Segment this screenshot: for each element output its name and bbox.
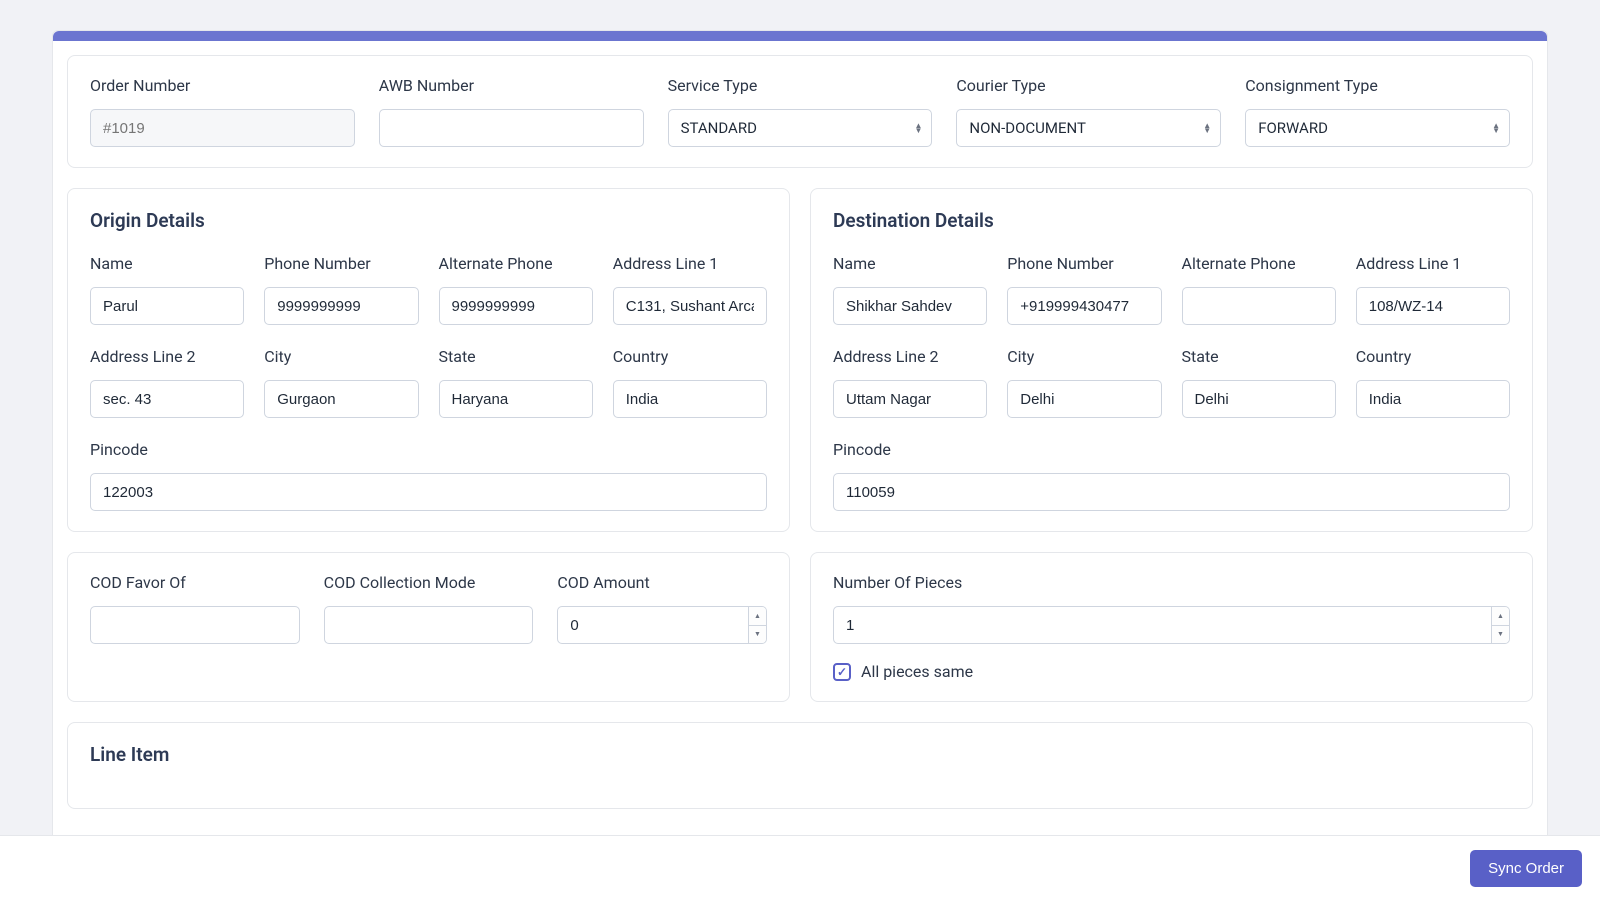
consignment-type-label: Consignment Type — [1245, 76, 1510, 95]
origin-addr1-input[interactable] — [613, 287, 767, 325]
origin-altphone-label: Alternate Phone — [439, 254, 593, 273]
cod-card: COD Favor Of COD Collection Mode COD Amo… — [67, 552, 790, 702]
courier-type-label: Courier Type — [956, 76, 1221, 95]
origin-title: Origin Details — [90, 209, 767, 232]
dest-phone-label: Phone Number — [1007, 254, 1161, 273]
all-pieces-same-checkbox[interactable]: ✓ — [833, 663, 851, 681]
consignment-type-select[interactable]: FORWARD — [1245, 109, 1510, 147]
sync-order-button[interactable]: Sync Order — [1470, 850, 1582, 887]
courier-type-select[interactable]: NON-DOCUMENT — [956, 109, 1221, 147]
origin-state-label: State — [439, 347, 593, 366]
dest-country-label: Country — [1356, 347, 1510, 366]
dest-country-input[interactable] — [1356, 380, 1510, 418]
pieces-input[interactable] — [833, 606, 1510, 644]
origin-name-input[interactable] — [90, 287, 244, 325]
dest-pincode-label: Pincode — [833, 440, 1510, 459]
pieces-card: Number Of Pieces ▲ ▼ ✓ All pieces same — [810, 552, 1533, 702]
dest-altphone-input[interactable] — [1182, 287, 1336, 325]
dest-pincode-input[interactable] — [833, 473, 1510, 511]
origin-pincode-input[interactable] — [90, 473, 767, 511]
dest-name-label: Name — [833, 254, 987, 273]
dest-addr1-input[interactable] — [1356, 287, 1510, 325]
line-item-card: Line Item — [67, 722, 1533, 809]
origin-city-label: City — [264, 347, 418, 366]
service-type-label: Service Type — [668, 76, 933, 95]
pieces-label: Number Of Pieces — [833, 573, 1510, 592]
origin-addr2-label: Address Line 2 — [90, 347, 244, 366]
line-item-title: Line Item — [90, 743, 1510, 766]
cod-mode-label: COD Collection Mode — [324, 573, 534, 592]
origin-phone-input[interactable] — [264, 287, 418, 325]
origin-addr1-label: Address Line 1 — [613, 254, 767, 273]
order-number-input — [90, 109, 355, 147]
origin-pincode-label: Pincode — [90, 440, 767, 459]
destination-title: Destination Details — [833, 209, 1510, 232]
dest-addr1-label: Address Line 1 — [1356, 254, 1510, 273]
dest-phone-input[interactable] — [1007, 287, 1161, 325]
origin-name-label: Name — [90, 254, 244, 273]
origin-altphone-input[interactable] — [439, 287, 593, 325]
origin-phone-label: Phone Number — [264, 254, 418, 273]
origin-country-label: Country — [613, 347, 767, 366]
dest-altphone-label: Alternate Phone — [1182, 254, 1336, 273]
awb-number-label: AWB Number — [379, 76, 644, 95]
destination-details-card: Destination Details Name Phone Number Al… — [810, 188, 1533, 532]
cod-favor-label: COD Favor Of — [90, 573, 300, 592]
origin-details-card: Origin Details Name Phone Number Alterna… — [67, 188, 790, 532]
cod-mode-input[interactable] — [324, 606, 534, 644]
accent-bar — [53, 31, 1547, 41]
origin-addr2-input[interactable] — [90, 380, 244, 418]
dest-name-input[interactable] — [833, 287, 987, 325]
stepper-up-icon[interactable]: ▲ — [749, 607, 766, 626]
form-container: Order Number AWB Number Service Type STA… — [52, 30, 1548, 900]
stepper-up-icon[interactable]: ▲ — [1492, 607, 1509, 626]
all-pieces-same-label: All pieces same — [861, 662, 973, 681]
stepper-down-icon[interactable]: ▼ — [749, 626, 766, 644]
origin-country-input[interactable] — [613, 380, 767, 418]
origin-city-input[interactable] — [264, 380, 418, 418]
dest-addr2-label: Address Line 2 — [833, 347, 987, 366]
dest-state-input[interactable] — [1182, 380, 1336, 418]
cod-amount-input[interactable] — [557, 606, 767, 644]
cod-favor-input[interactable] — [90, 606, 300, 644]
awb-number-input[interactable] — [379, 109, 644, 147]
order-number-label: Order Number — [90, 76, 355, 95]
dest-state-label: State — [1182, 347, 1336, 366]
order-info-card: Order Number AWB Number Service Type STA… — [67, 55, 1533, 168]
stepper-down-icon[interactable]: ▼ — [1492, 626, 1509, 644]
dest-addr2-input[interactable] — [833, 380, 987, 418]
dest-city-label: City — [1007, 347, 1161, 366]
cod-amount-label: COD Amount — [557, 573, 767, 592]
bottom-bar: Sync Order — [0, 835, 1600, 900]
service-type-select[interactable]: STANDARD — [668, 109, 933, 147]
origin-state-input[interactable] — [439, 380, 593, 418]
dest-city-input[interactable] — [1007, 380, 1161, 418]
